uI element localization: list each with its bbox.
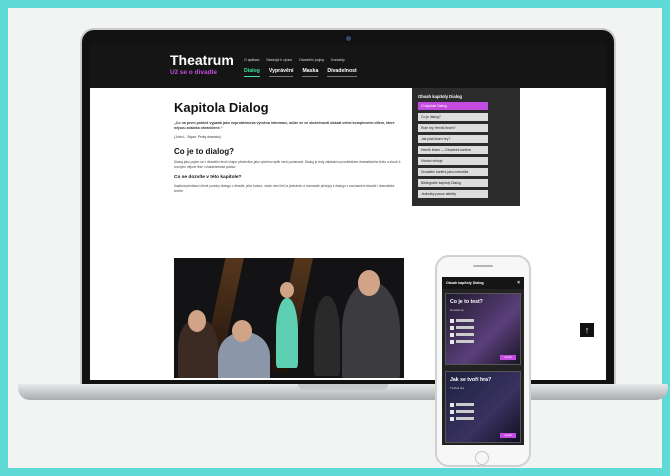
sidebar-item-ibsen-role[interactable]: Role hry Henrik Ibsen?	[418, 124, 488, 132]
article-content: Kapitola Dialog „Co na první pohled vypa…	[174, 100, 404, 194]
section-heading: Co je to dialog?	[174, 147, 234, 156]
quote-author: (John L. Styan: Prvky dramatu)	[174, 135, 221, 139]
sidebar-item-about-chapter[interactable]: O kapitole Dialog	[418, 102, 488, 110]
site-logo[interactable]: Theatrum	[170, 52, 234, 68]
card-title: Co je to test?	[450, 299, 483, 305]
checkbox-icon[interactable]	[450, 409, 454, 414]
card-option[interactable]	[450, 332, 474, 337]
phone-screen: Obsah kapitoly Dialog × Co je to test? D…	[442, 277, 524, 445]
top-link-contacts[interactable]: Kontakty	[331, 58, 345, 62]
option-pill	[456, 340, 474, 343]
card-title: Jak se tvoří hra?	[450, 377, 492, 383]
tab-theatricality[interactable]: Divadelnost	[327, 68, 357, 77]
card-subtitle: Tvořivá hra	[450, 386, 464, 390]
site-tagline: Už se o divadle	[170, 69, 217, 76]
option-pill	[456, 417, 474, 420]
phone-header: Obsah kapitoly Dialog ×	[442, 277, 524, 289]
actor-face	[188, 310, 206, 332]
checkbox-icon[interactable]	[450, 318, 454, 323]
option-pill	[456, 326, 474, 329]
page-title: Kapitola Dialog	[174, 100, 269, 115]
sidebar-item-bibliography[interactable]: Bibliografie kapitoly Dialog	[418, 179, 488, 187]
top-links: O aplikaci Nástroje k výuce Divadelní po…	[244, 58, 345, 62]
phone-card[interactable]: Co je to test? Dozvěte se spustit	[445, 293, 521, 365]
top-link-tools[interactable]: Nástroje k výuce	[266, 58, 292, 62]
checkbox-icon[interactable]	[450, 325, 454, 330]
lead-quote: „Co na první pohled vypadá jako neproblé…	[174, 121, 395, 130]
sidebar-item-methodology[interactable]: Divadelní kariéra jako metodika	[418, 168, 488, 176]
site-header: Theatrum Už se o divadle O aplikaci Nást…	[90, 44, 606, 88]
top-link-terms[interactable]: Divadelní pojmy	[299, 58, 324, 62]
sidebar-item-ibsen-career[interactable]: Henrik Ibsen — Divadelní kariéra	[418, 146, 488, 154]
card-subtitle: Dozvěte se	[450, 308, 464, 312]
theatre-photo	[174, 258, 404, 378]
chapter-sidebar: Obsah kapitoly Dialog O kapitole Dialog …	[412, 88, 520, 206]
actor-face	[280, 282, 294, 298]
top-link-about[interactable]: O aplikaci	[244, 58, 259, 62]
actor-figure	[276, 298, 298, 368]
section-paragraph: Dialog jako pojem se v divadelní teorii …	[174, 160, 401, 169]
checkbox-icon[interactable]	[450, 416, 454, 421]
option-pill	[456, 319, 474, 322]
actor-figure	[342, 282, 400, 378]
tab-dialog[interactable]: Dialog	[244, 68, 260, 77]
sidebar-item-what-is-dialog[interactable]: Co je dialog?	[418, 113, 488, 121]
arrow-up-icon[interactable]: ↑	[580, 323, 594, 337]
actor-face	[232, 320, 252, 342]
sidebar-item-activities[interactable]: Jednotky pouze aktivity	[418, 190, 488, 198]
phone-speaker	[473, 265, 493, 267]
card-option[interactable]	[450, 318, 474, 323]
card-option[interactable]	[450, 325, 474, 330]
home-button[interactable]	[475, 451, 489, 465]
actor-face	[358, 270, 380, 296]
main-tabs: Dialog Vyprávění Maska Divadelnost	[244, 68, 357, 77]
phone-header-title: Obsah kapitoly Dialog	[446, 281, 484, 285]
sidebar-item-everyday[interactable]: Všední věnuje	[418, 157, 488, 165]
subsection-heading: Co se dozvíte v této kapitole?	[174, 175, 242, 181]
subsection-paragraph: Kapitola představí různé podoby dialogu …	[174, 184, 395, 194]
option-pill	[456, 410, 474, 413]
device-mockup-stage: Theatrum Už se o divadle O aplikaci Nást…	[8, 8, 668, 468]
checkbox-icon[interactable]	[450, 402, 454, 407]
close-icon[interactable]: ×	[517, 277, 520, 289]
actor-figure	[314, 296, 340, 376]
card-option[interactable]	[450, 339, 474, 344]
card-option[interactable]	[450, 402, 474, 407]
tab-narration[interactable]: Vyprávění	[268, 68, 294, 77]
card-option[interactable]	[450, 416, 474, 421]
phone-card[interactable]: Jak se tvoří hra? Tvořivá hra spustit	[445, 371, 521, 443]
card-option[interactable]	[450, 409, 474, 414]
card-button[interactable]: spustit	[500, 433, 516, 438]
option-pill	[456, 333, 474, 336]
checkbox-icon[interactable]	[450, 339, 454, 344]
option-pill	[456, 403, 474, 406]
camera-icon	[346, 36, 351, 41]
tab-mask[interactable]: Maska	[302, 68, 319, 77]
laptop-notch	[298, 384, 388, 390]
sidebar-title: Obsah kapitoly Dialog	[418, 94, 462, 99]
sidebar-item-ibsen-writing[interactable]: Jak psal Ibsen hry?	[418, 135, 488, 143]
checkbox-icon[interactable]	[450, 332, 454, 337]
card-button[interactable]: spustit	[500, 355, 516, 360]
phone-mockup: Obsah kapitoly Dialog × Co je to test? D…	[435, 255, 531, 467]
